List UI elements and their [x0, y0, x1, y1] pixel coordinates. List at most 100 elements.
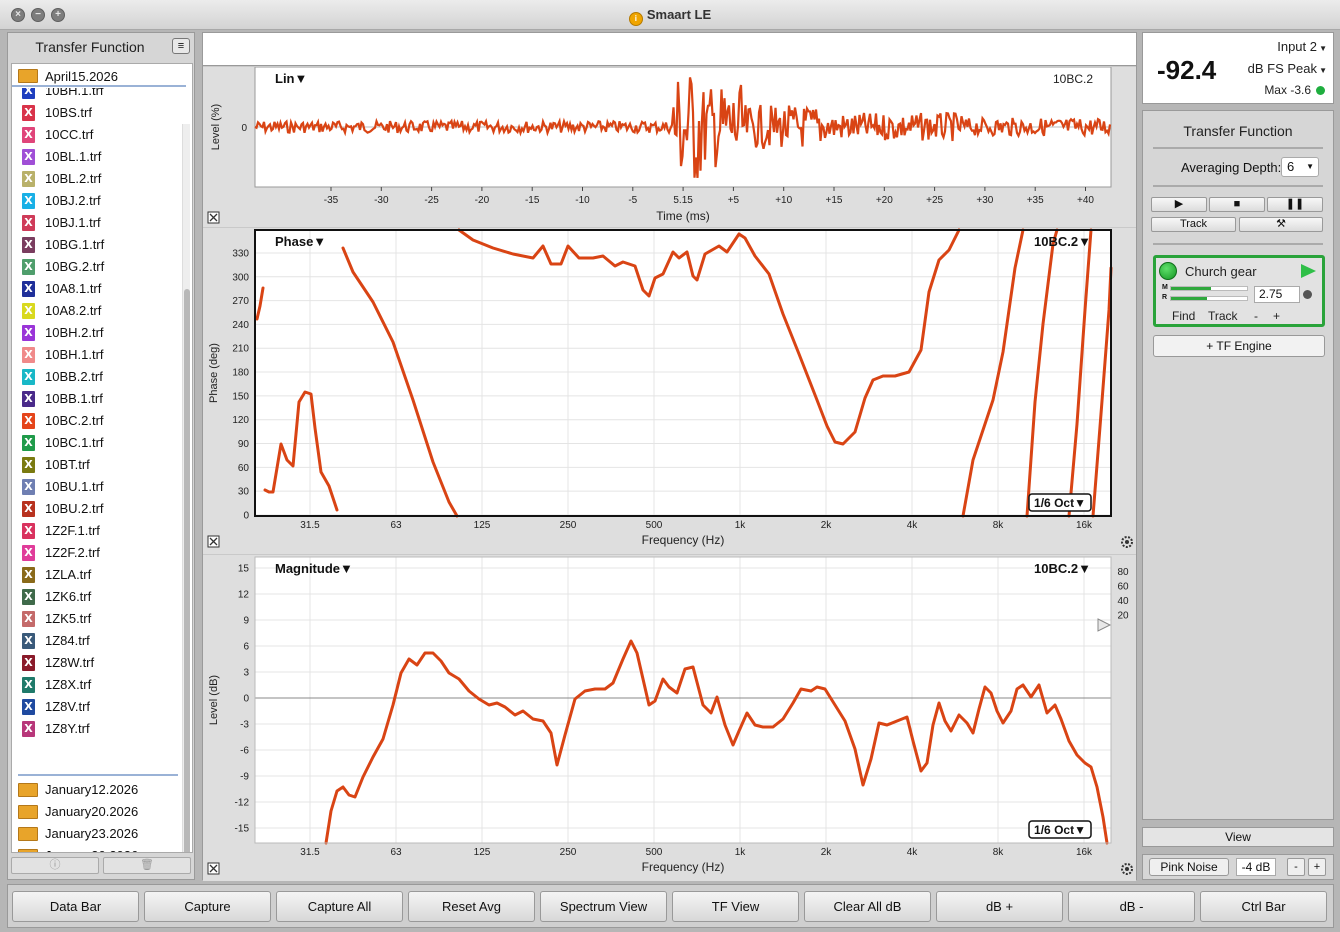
tools-button[interactable]: ⚒: [1239, 217, 1323, 232]
delay-minus-button[interactable]: -: [1254, 309, 1258, 323]
file-item[interactable]: X 1Z2F.2.trf: [12, 542, 182, 564]
pink-noise-button[interactable]: Pink Noise: [1149, 858, 1229, 876]
file-item[interactable]: X 10CC.trf: [12, 124, 182, 146]
file-item[interactable]: X 10BU.2.trf: [12, 498, 182, 520]
trace-file-icon[interactable]: X: [22, 479, 35, 495]
folder-item[interactable]: January23.2026: [12, 823, 182, 845]
trace-file-icon[interactable]: X: [22, 215, 35, 231]
generator-level-field[interactable]: -4 dB: [1236, 858, 1276, 876]
file-item[interactable]: X 10A8.1.trf: [12, 278, 182, 300]
magnitude-plot-title[interactable]: Magnitude▼: [275, 561, 353, 576]
trace-file-icon[interactable]: X: [22, 677, 35, 693]
trace-file-icon[interactable]: X: [22, 391, 35, 407]
clear-all-db-button[interactable]: Clear All dB: [804, 891, 931, 922]
meter-mode-selector[interactable]: dB FS Peak: [1248, 61, 1317, 76]
phase-close-icon[interactable]: [207, 535, 220, 548]
impulse-plot-title[interactable]: Lin▼: [275, 71, 307, 86]
tf-view-button[interactable]: TF View: [672, 891, 799, 922]
trace-file-icon[interactable]: X: [22, 303, 35, 319]
file-item[interactable]: X 10BS.trf: [12, 102, 182, 124]
trace-file-icon[interactable]: X: [22, 88, 35, 99]
capture-all-button[interactable]: Capture All: [276, 891, 403, 922]
trace-file-icon[interactable]: X: [22, 369, 35, 385]
track-button[interactable]: Track: [1151, 217, 1236, 232]
trace-file-icon[interactable]: X: [22, 457, 35, 473]
trace-file-icon[interactable]: X: [22, 127, 35, 143]
stop-button[interactable]: ■: [1209, 197, 1265, 212]
file-item[interactable]: X 1ZLA.trf: [12, 564, 182, 586]
impulse-close-icon[interactable]: [207, 211, 220, 224]
measurement-name[interactable]: Church gear: [1185, 264, 1257, 279]
trace-file-icon[interactable]: X: [22, 545, 35, 561]
generator-minus-button[interactable]: -: [1287, 858, 1305, 876]
file-item[interactable]: X 10BC.1.trf: [12, 432, 182, 454]
trace-file-icon[interactable]: X: [22, 193, 35, 209]
file-item[interactable]: X 1Z8X.trf: [12, 674, 182, 696]
db-button[interactable]: dB -: [1068, 891, 1195, 922]
trace-file-icon[interactable]: X: [22, 523, 35, 539]
trace-file-icon[interactable]: X: [22, 259, 35, 275]
file-item[interactable]: X 1Z2F.1.trf: [12, 520, 182, 542]
delay-input[interactable]: 2.75: [1254, 286, 1300, 303]
trace-file-icon[interactable]: X: [22, 633, 35, 649]
delete-button[interactable]: 🗑: [103, 857, 191, 874]
trace-file-icon[interactable]: X: [22, 501, 35, 517]
file-item[interactable]: X 10BH.1.trf: [12, 344, 182, 366]
trace-file-icon[interactable]: X: [22, 413, 35, 429]
reset-avg-button[interactable]: Reset Avg: [408, 891, 535, 922]
trace-file-icon[interactable]: X: [22, 699, 35, 715]
view-button[interactable]: View: [1142, 827, 1334, 847]
add-tf-engine-button[interactable]: + TF Engine: [1153, 335, 1325, 357]
file-item[interactable]: X 10BL.1.trf: [12, 146, 182, 168]
delay-plus-button[interactable]: +: [1273, 309, 1280, 323]
data-bar-button[interactable]: Data Bar: [12, 891, 139, 922]
file-item[interactable]: X 1Z84.trf: [12, 630, 182, 652]
trace-file-icon[interactable]: X: [22, 237, 35, 253]
file-item[interactable]: X 1Z8Y.trf: [12, 718, 182, 740]
chevron-down-icon[interactable]: ▼: [1319, 66, 1327, 75]
file-item[interactable]: X 1Z8W.trf: [12, 652, 182, 674]
folder-item[interactable]: January30.2026: [12, 845, 182, 852]
file-item[interactable]: X 10BB.1.trf: [12, 388, 182, 410]
file-item[interactable]: X 10A8.2.trf: [12, 300, 182, 322]
meter-input-selector[interactable]: Input 2: [1277, 39, 1317, 54]
trace-file-icon[interactable]: X: [22, 347, 35, 363]
file-item[interactable]: X 1Z8V.trf: [12, 696, 182, 718]
file-item[interactable]: X 1ZK6.trf: [12, 586, 182, 608]
file-item[interactable]: X 10BJ.1.trf: [12, 212, 182, 234]
measurement-on-icon[interactable]: [1159, 262, 1177, 280]
menu-icon[interactable]: ≡: [172, 38, 190, 54]
trace-file-icon[interactable]: X: [22, 721, 35, 737]
trace-file-icon[interactable]: X: [22, 149, 35, 165]
file-item[interactable]: X 1ZK5.trf: [12, 608, 182, 630]
trace-file-icon[interactable]: X: [22, 589, 35, 605]
info-button[interactable]: ⓘ: [11, 857, 99, 874]
file-list-scrollbar[interactable]: [182, 124, 190, 852]
pause-button[interactable]: ❚❚: [1267, 197, 1323, 212]
trace-file-icon[interactable]: X: [22, 435, 35, 451]
file-item[interactable]: X 10BG.1.trf: [12, 234, 182, 256]
phase-trace-label[interactable]: 10BC.2▼: [1034, 234, 1091, 249]
magnitude-plot[interactable]: Magnitude▼ 10BC.2▼ 1/6 Oct▼ -15 -12 -9 -6 -3…: [203, 555, 1136, 881]
folder-item[interactable]: January20.2026: [12, 801, 182, 823]
measurement-play-icon[interactable]: [1301, 264, 1316, 278]
track-delay-button[interactable]: Track: [1208, 309, 1238, 323]
file-item[interactable]: X 10BJ.2.trf: [12, 190, 182, 212]
file-item[interactable]: X 10BU.1.trf: [12, 476, 182, 498]
phase-plot-title[interactable]: Phase▼: [275, 234, 326, 249]
phase-plot[interactable]: Phase▼ 10BC.2▼ 1/6 Oct▼ 0 30 60 90 120 150 180…: [203, 228, 1136, 554]
trace-file-icon[interactable]: X: [22, 171, 35, 187]
scrollbar-thumb[interactable]: [184, 289, 190, 852]
file-item[interactable]: X 10BH.2.trf: [12, 322, 182, 344]
ctrl-bar-button[interactable]: Ctrl Bar: [1200, 891, 1327, 922]
find-delay-button[interactable]: Find: [1172, 309, 1195, 323]
file-item[interactable]: X 10BH.1.trf: [12, 88, 182, 102]
trace-file-icon[interactable]: X: [22, 611, 35, 627]
measurement-config[interactable]: Church gear M R 2.75 Find Track - +: [1153, 255, 1325, 327]
magnitude-smoothing-selector[interactable]: 1/6 Oct▼: [1028, 820, 1092, 839]
folder-item[interactable]: January12.2026: [12, 779, 182, 801]
current-folder[interactable]: April15.2026: [12, 65, 186, 87]
db-button[interactable]: dB +: [936, 891, 1063, 922]
generator-plus-button[interactable]: +: [1308, 858, 1326, 876]
trace-file-icon[interactable]: X: [22, 105, 35, 121]
